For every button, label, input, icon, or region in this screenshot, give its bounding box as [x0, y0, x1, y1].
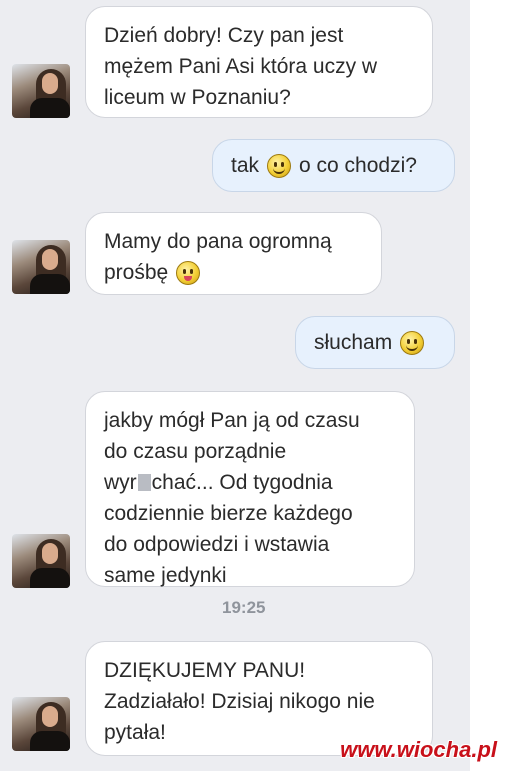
- message-line: Zadziałało! Dzisiaj nikogo nie: [104, 690, 375, 713]
- message-line: DZIĘKUJEMY PANU!: [104, 659, 306, 682]
- outgoing-message-bubble: słucham: [295, 316, 455, 369]
- sender-avatar[interactable]: [12, 240, 70, 294]
- smile-emoji-icon: [400, 330, 425, 355]
- message-text: słucham: [314, 331, 393, 354]
- message-line: same jedynki: [104, 564, 227, 587]
- message-line: Dzień dobry! Czy pan jest: [104, 24, 344, 47]
- sender-avatar[interactable]: [12, 534, 70, 588]
- scroll-gutter: [470, 0, 505, 771]
- tongue-emoji-icon: [176, 261, 201, 286]
- incoming-message-bubble: jakby mógł Pan ją od czasu do czasu porz…: [85, 391, 415, 587]
- message-line: prośbę: [104, 257, 363, 288]
- message-line: codziennie bierze każdego: [104, 502, 353, 525]
- site-watermark: www.wiocha.pl: [340, 737, 497, 762]
- message-line: mężem Pani Asi która uczy w: [104, 55, 378, 78]
- message-line: Mamy do pana ogromną: [104, 230, 332, 253]
- message-line: do czasu porządnie: [104, 440, 287, 463]
- message-line: liceum w Poznaniu?: [104, 86, 291, 109]
- message-line: do odpowiedzi i wstawia: [104, 533, 330, 556]
- incoming-message-bubble: Mamy do pana ogromną prośbę: [85, 212, 382, 295]
- sender-avatar[interactable]: [12, 697, 70, 751]
- incoming-message-bubble: Dzień dobry! Czy pan jest mężem Pani Asi…: [85, 6, 433, 118]
- sender-avatar[interactable]: [12, 64, 70, 118]
- smile-emoji-icon: [267, 153, 292, 178]
- message-timestamp: 19:25: [222, 598, 266, 617]
- message-text: o co chodzi?: [299, 154, 417, 177]
- outgoing-message-bubble: tak o co chodzi?: [212, 139, 455, 192]
- redacted-letter: [137, 474, 151, 491]
- message-text: tak: [231, 154, 260, 177]
- message-line: jakby mógł Pan ją od czasu: [104, 409, 360, 432]
- message-line: wyr chać... Od tygodnia: [104, 471, 333, 494]
